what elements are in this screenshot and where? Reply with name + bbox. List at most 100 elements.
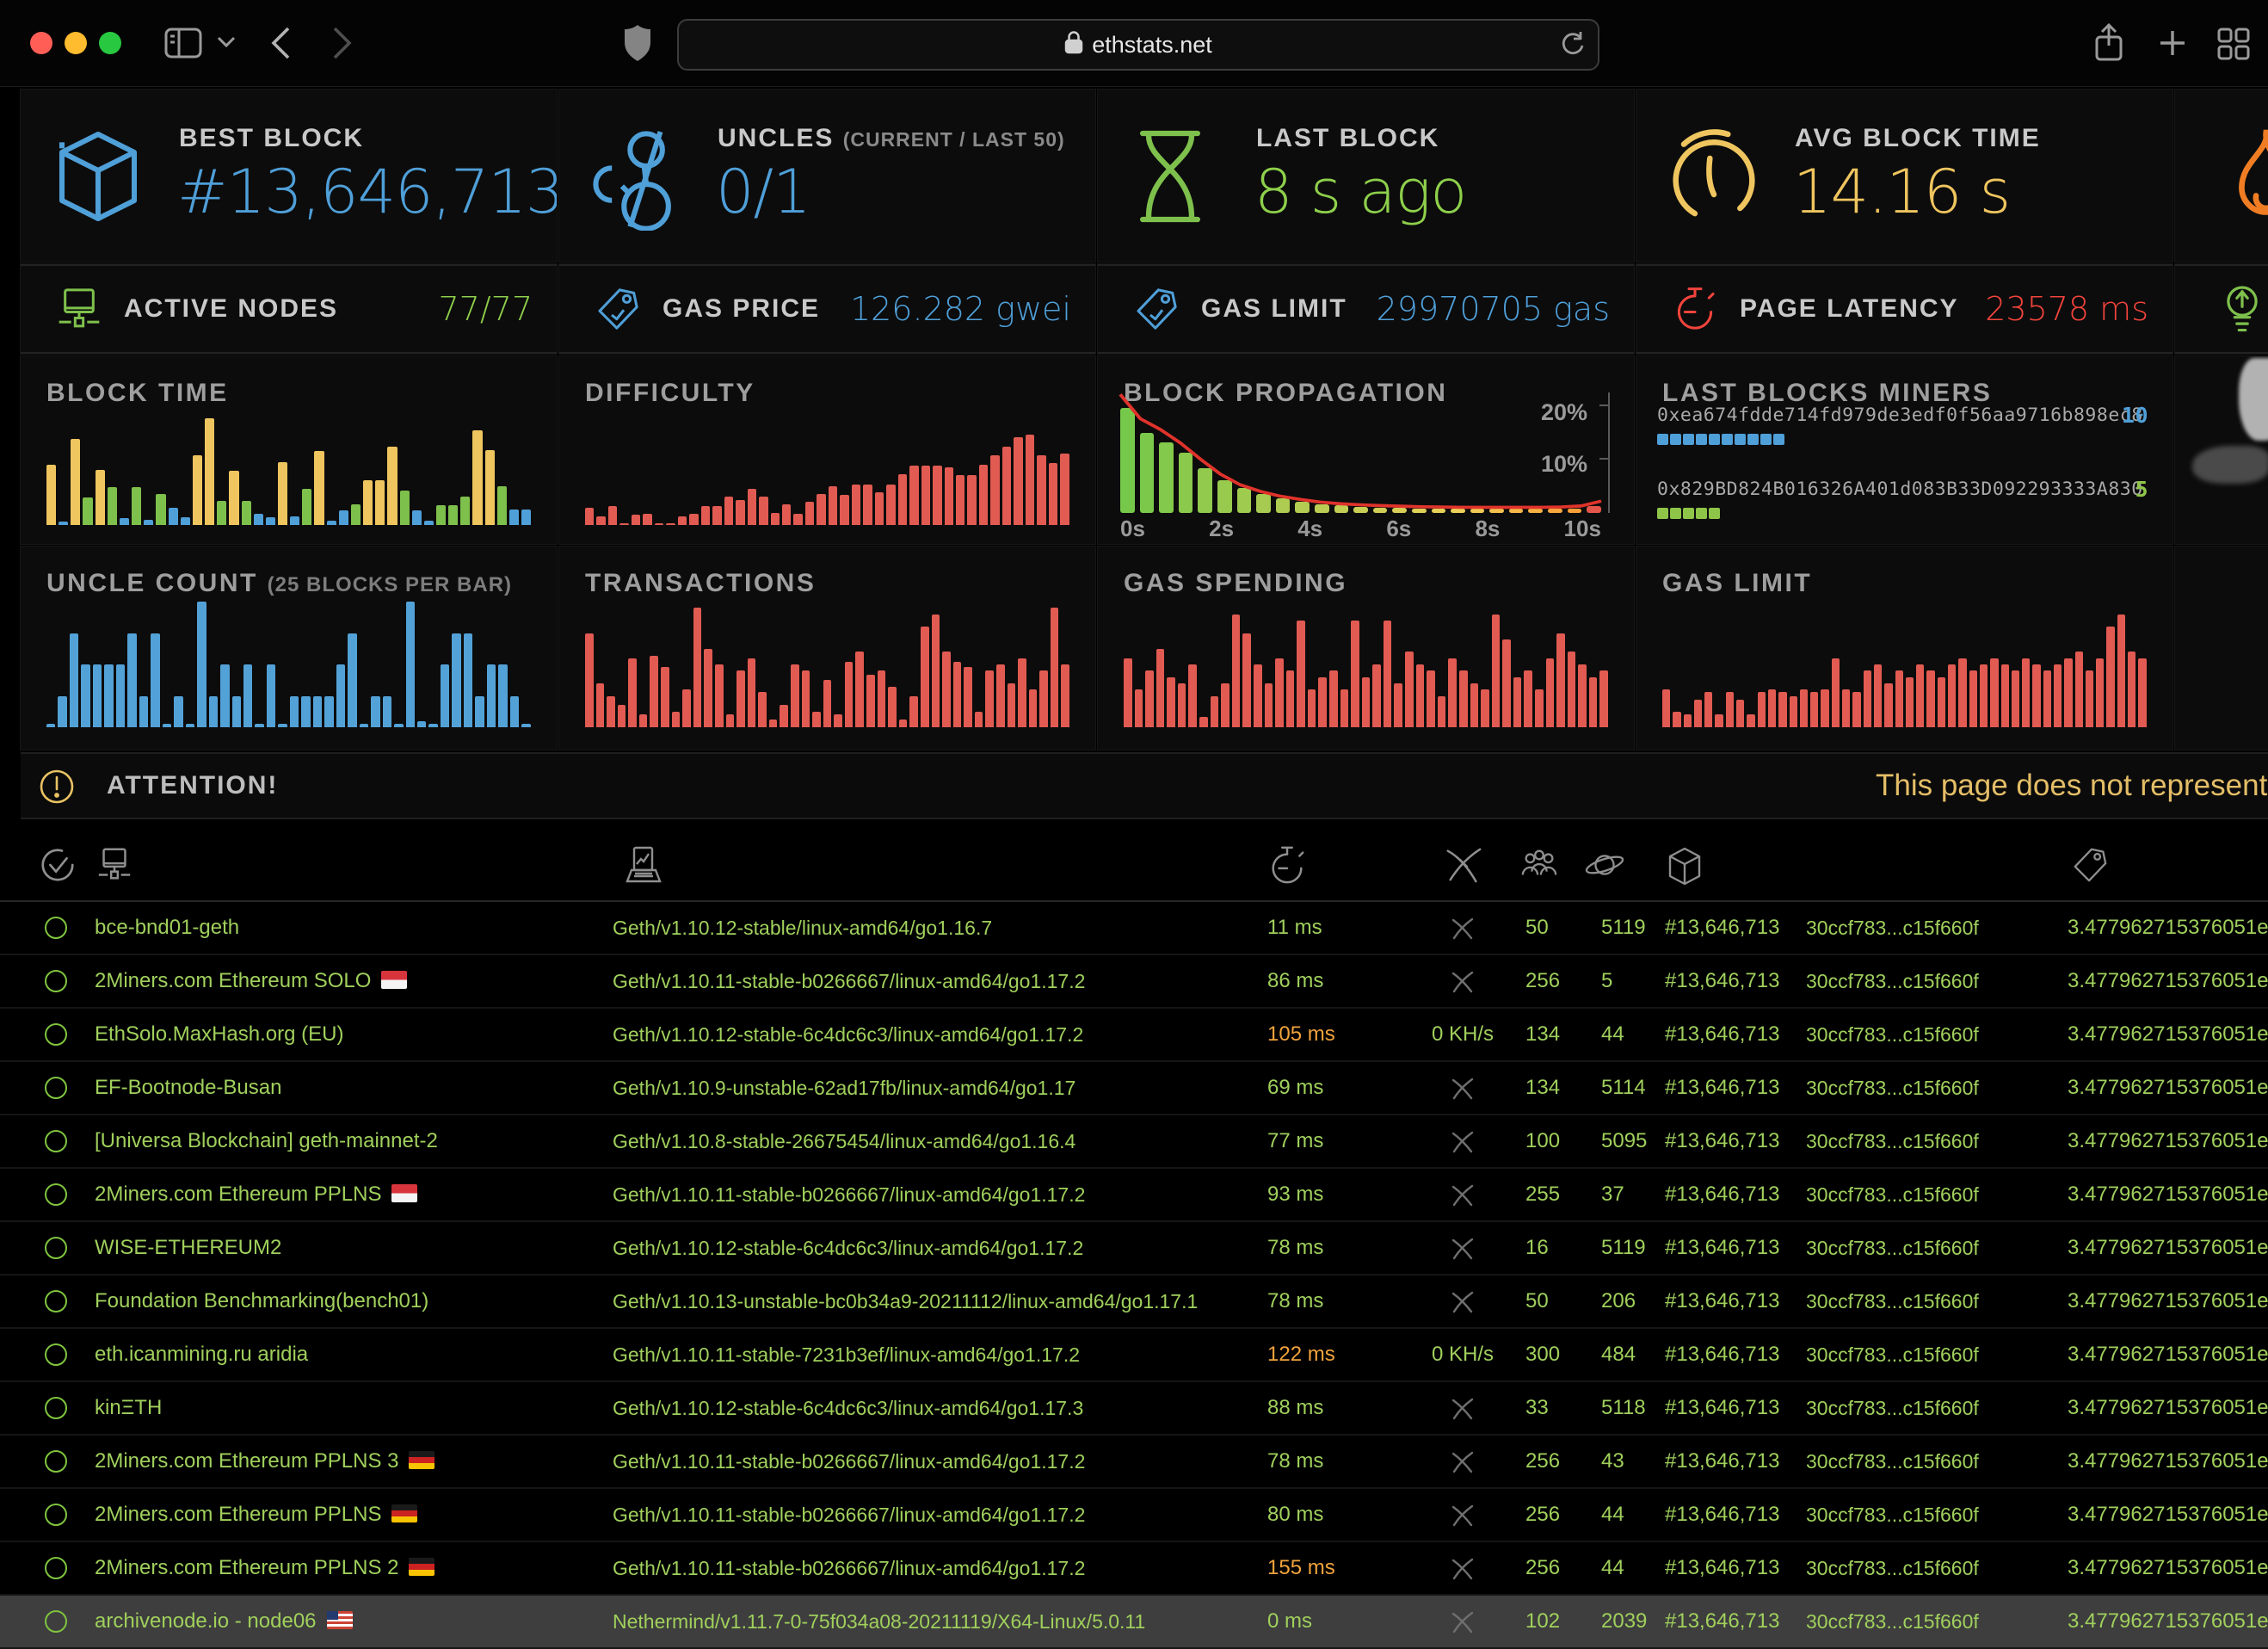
table-row[interactable]: 2Miners.com Ethereum PPLNS 3Geth/v1.10.1… <box>0 1436 2268 1489</box>
node-block-hash: 30ccf783...c15f660f <box>1806 1329 1979 1380</box>
table-row[interactable]: EF-Bootnode-BusanGeth/v1.10.9-unstable-6… <box>0 1062 2268 1115</box>
table-row[interactable]: 2Miners.com Ethereum PPLNSGeth/v1.10.11-… <box>0 1169 2268 1222</box>
client-laptop-icon[interactable] <box>623 845 664 891</box>
table-row[interactable]: bce-bnd01-gethGeth/v1.10.12-stable/linux… <box>0 902 2268 955</box>
tab-overview-icon[interactable] <box>2216 27 2251 61</box>
chart-bar <box>1178 683 1186 727</box>
table-row[interactable]: 2Miners.com Ethereum PPLNS 2Geth/v1.10.1… <box>0 1542 2268 1596</box>
node-status-icon <box>45 1343 67 1366</box>
node-total-difficulty: 3.477962715376051e+2 <box>2068 955 2268 1007</box>
node-block-hash: 30ccf783...c15f660f <box>1806 1115 1979 1167</box>
node-latency: 122 ms <box>1267 1329 1335 1380</box>
mining-pickaxe-icon[interactable] <box>1444 845 1483 889</box>
close-window-button[interactable] <box>30 32 52 54</box>
node-mining: 0 KH/s <box>1411 1009 1514 1060</box>
chart-bar <box>1800 689 1808 727</box>
chart-bar <box>932 615 940 727</box>
chart-bar <box>464 633 472 728</box>
chart-bar <box>1140 433 1155 513</box>
chart-bar <box>2054 664 2062 727</box>
node-last-block: #13,646,713 <box>1665 1275 1779 1327</box>
check-circle-icon[interactable] <box>38 845 77 889</box>
chart-bar <box>1906 677 1914 727</box>
chart-bar <box>93 664 102 727</box>
table-row[interactable]: 2Miners.com Ethereum PPLNSGeth/v1.10.11-… <box>0 1489 2268 1542</box>
node-peers: 102 <box>1525 1596 1560 1647</box>
node-status-icon <box>45 1130 67 1152</box>
chart-bar <box>1334 505 1349 513</box>
minimize-window-button[interactable] <box>65 32 87 54</box>
forward-button[interactable] <box>332 26 353 60</box>
table-row[interactable]: 2Miners.com Ethereum SOLOGeth/v1.10.11-s… <box>0 955 2268 1009</box>
table-row[interactable]: archivenode.io - node06Nethermind/v1.11.… <box>0 1596 2268 1649</box>
chart-bar <box>704 649 712 727</box>
node-name: WISE-ETHEREUM2 <box>95 1222 281 1274</box>
sidebar-toggle-icon[interactable] <box>163 27 203 59</box>
best-block-panel: BEST BLOCK #13,646,713 <box>21 90 557 262</box>
miner-block-square <box>1735 434 1746 445</box>
url-bar[interactable]: ethstats.net <box>677 19 1599 71</box>
chart-bar <box>1308 689 1316 727</box>
gauge-icon <box>1666 126 1762 232</box>
chart-bar <box>1842 689 1850 727</box>
chart-bar <box>302 489 311 525</box>
node-peers: 16 <box>1525 1222 1549 1274</box>
flag-icon <box>409 1558 434 1576</box>
chart-bar <box>255 724 263 727</box>
table-row[interactable]: [Universa Blockchain] geth-mainnet-2Geth… <box>0 1115 2268 1169</box>
back-button[interactable] <box>270 26 291 60</box>
node-icon[interactable] <box>95 845 134 889</box>
peers-icon[interactable] <box>1518 845 1561 889</box>
chart-bar <box>104 664 113 727</box>
chart-bar <box>448 505 458 525</box>
block-cube-icon[interactable] <box>1664 845 1705 892</box>
table-row[interactable]: Foundation Benchmarking(bench01)Geth/v1.… <box>0 1275 2268 1329</box>
table-row[interactable]: kinΞTHGeth/v1.10.12-stable-6c4dc6c3/linu… <box>0 1382 2268 1436</box>
chart-bar <box>596 683 605 727</box>
node-block-hash: 30ccf783...c15f660f <box>1806 1062 1979 1114</box>
node-total-difficulty: 3.477962715376051e+2 <box>2068 1222 2268 1274</box>
difficulty-tag-icon[interactable] <box>2070 845 2110 889</box>
uptime-panel-partial <box>2175 264 2268 354</box>
avg-block-time-value: 14.16 s <box>1793 157 2010 227</box>
node-latency: 86 ms <box>1267 955 1323 1007</box>
chart-bar <box>866 675 875 727</box>
chart-bar <box>360 724 368 727</box>
privacy-shield-icon[interactable] <box>623 23 652 63</box>
node-name: bce-bnd01-geth <box>95 902 239 954</box>
chart-bar <box>394 724 403 727</box>
zoom-window-button[interactable] <box>99 32 121 54</box>
new-tab-icon[interactable] <box>2156 27 2189 59</box>
latency-stopwatch-icon[interactable] <box>1267 845 1307 891</box>
node-client: Geth/v1.10.11-stable-b0266667/linux-amd6… <box>613 1436 1085 1487</box>
chart-bar <box>2001 664 2009 727</box>
gas-price-value: 126.282 gwei <box>850 264 1071 354</box>
table-row[interactable]: WISE-ETHEREUM2Geth/v1.10.12-stable-6c4dc… <box>0 1222 2268 1275</box>
share-icon[interactable] <box>2092 23 2125 63</box>
stat-label: ACTIVE NODES <box>124 264 338 354</box>
chart-bar <box>996 664 1005 727</box>
miner-block-square <box>1709 508 1720 519</box>
chart-bar <box>805 502 814 525</box>
node-last-block: #13,646,713 <box>1665 1596 1779 1647</box>
reload-icon[interactable] <box>1558 29 1586 65</box>
node-name: 2Miners.com Ethereum PPLNS <box>95 1489 417 1541</box>
table-row[interactable]: eth.icanmining.ru aridiaGeth/v1.10.11-st… <box>0 1329 2268 1382</box>
nodes-table-rows: bce-bnd01-gethGeth/v1.10.12-stable/linux… <box>0 902 2268 1649</box>
chart-bar <box>834 714 842 727</box>
table-row[interactable]: EthSolo.MaxHash.org (EU)Geth/v1.10.12-st… <box>0 1009 2268 1062</box>
chart-bar <box>855 652 864 727</box>
chart-panel-partial <box>2175 547 2268 750</box>
chart-bar <box>363 480 373 525</box>
node-last-block: #13,646,713 <box>1665 1222 1779 1274</box>
chart-bar <box>1736 700 1744 727</box>
node-total-difficulty: 3.477962715376051e+2 <box>2068 1542 2268 1594</box>
chart-bar <box>521 510 531 525</box>
chart-bar <box>1790 696 1797 728</box>
flame-icon <box>2223 126 2268 233</box>
node-client: Geth/v1.10.8-stable-26675454/linux-amd64… <box>613 1115 1075 1167</box>
chart-bar <box>666 523 675 525</box>
chart-bar <box>46 724 55 727</box>
pending-planet-icon[interactable] <box>1583 845 1626 889</box>
chevron-down-icon[interactable] <box>217 36 236 48</box>
